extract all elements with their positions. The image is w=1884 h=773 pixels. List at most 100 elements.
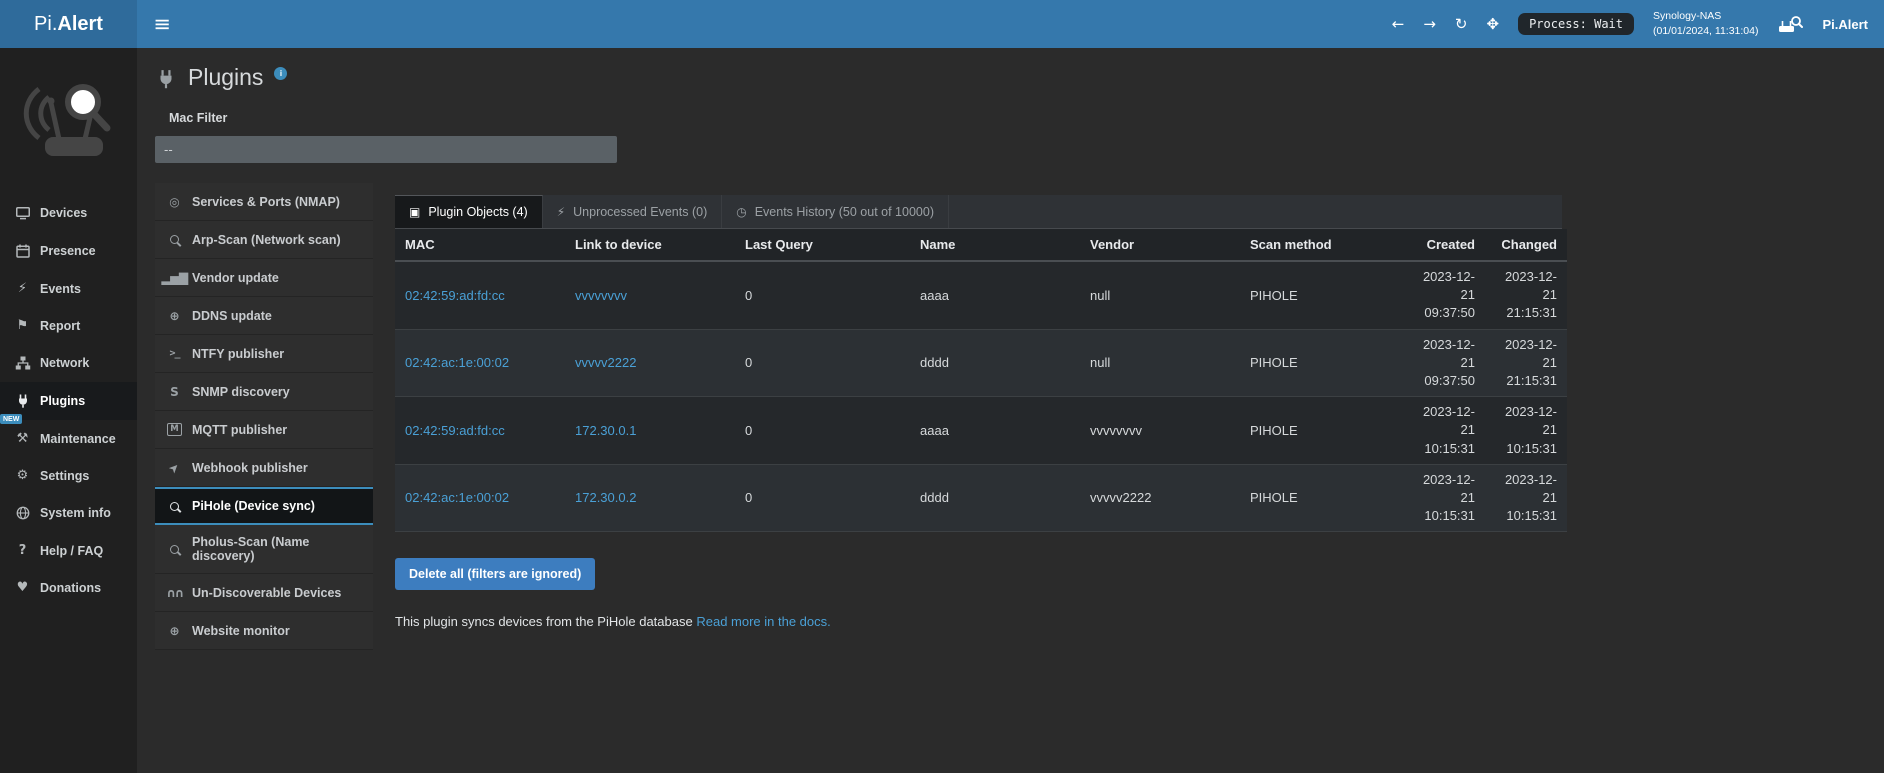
letter-s-icon: S [167, 385, 182, 399]
sidebar-item-network[interactable]: Network [0, 344, 137, 382]
refresh-icon[interactable]: ↻ [1455, 15, 1468, 33]
sidebar-item-devices[interactable]: Devices [0, 194, 137, 232]
plugin-menu-label: Arp-Scan (Network scan) [192, 233, 341, 247]
plugin-description-row: This plugin syncs devices from the PiHol… [395, 614, 1562, 629]
pialert-logo [0, 48, 137, 194]
tab-unprocessed-events[interactable]: ⚡ Unprocessed Events (0) [543, 195, 723, 228]
monitor-icon [14, 205, 31, 221]
move-icon[interactable]: ✥ [1487, 15, 1500, 33]
plugin-menu-item-snmp[interactable]: S SNMP discovery [155, 373, 373, 411]
last-query-cell: 0 [735, 261, 910, 329]
plugin-menu-item-pholus[interactable]: Pholus-Scan (Name discovery) [155, 525, 373, 574]
tab-plugin-objects[interactable]: ▣ Plugin Objects (4) [395, 195, 543, 228]
created-cell: 2023-12-21 10:15:31 [1405, 397, 1485, 465]
back-icon[interactable]: ← [1392, 15, 1405, 33]
mac-link[interactable]: 02:42:ac:1e:00:02 [405, 490, 509, 505]
brand-suffix: Alert [57, 13, 103, 36]
sidebar-item-report[interactable]: ⚑ Report [0, 307, 137, 344]
plugin-menu-item-undiscoverable[interactable]: ∩∩ Un-Discoverable Devices [155, 574, 373, 612]
device-link[interactable]: vvvvv2222 [575, 355, 636, 370]
scan-method-cell: PIHOLE [1240, 329, 1405, 397]
sidebar-item-label: Report [40, 319, 80, 333]
docs-link[interactable]: Read more in the docs. [696, 614, 830, 629]
plugin-menu-item-ntfy[interactable]: >_ NTFY publisher [155, 335, 373, 373]
plugin-menu-label: SNMP discovery [192, 385, 290, 399]
sidebar-item-donations[interactable]: ♥ Donations [0, 569, 137, 606]
plugin-menu-label: MQTT publisher [192, 423, 287, 437]
hamburger-glyph: ≡ [153, 12, 171, 36]
plugin-menu-item-ddns[interactable]: ⊕ DDNS update [155, 297, 373, 335]
link-cell: vvvvvvvv [565, 261, 735, 329]
last-query-cell: 0 [735, 329, 910, 397]
sidebar: Devices Presence ⚡ Events ⚑ Report [0, 48, 137, 773]
sidebar-item-system-info[interactable]: System info [0, 494, 137, 532]
last-query-cell: 0 [735, 397, 910, 465]
mac-link[interactable]: 02:42:59:ad:fd:cc [405, 288, 505, 303]
sidebar-item-help-faq[interactable]: ? Help / FAQ [0, 532, 137, 569]
name-cell: aaaa [910, 397, 1080, 465]
table-row: 02:42:59:ad:fd:cc 172.30.0.1 0 aaaa vvvv… [395, 397, 1567, 465]
plugin-menu: ◎ Services & Ports (NMAP) Arp-Scan (Netw… [155, 183, 373, 650]
plugin-menu-label: NTFY publisher [192, 347, 284, 361]
created-cell: 2023-12-21 09:37:50 [1405, 329, 1485, 397]
mac-link[interactable]: 02:42:59:ad:fd:cc [405, 423, 505, 438]
sidebar-item-label: Presence [40, 244, 96, 258]
scan-method-cell: PIHOLE [1240, 397, 1405, 465]
column-header: Scan method [1240, 229, 1405, 261]
created-cell: 2023-12-21 09:37:50 [1405, 261, 1485, 329]
plug-icon [14, 393, 31, 409]
tab-events-history[interactable]: ◷ Events History (50 out of 10000) [722, 195, 949, 228]
hamburger-menu-icon[interactable]: ≡ [137, 0, 187, 48]
new-badge: NEW [0, 414, 22, 424]
plugin-menu-item-pihole[interactable]: PiHole (Device sync) [155, 487, 373, 525]
delete-all-button[interactable]: Delete all (filters are ignored) [395, 558, 595, 590]
mac-cell: 02:42:59:ad:fd:cc [395, 261, 565, 329]
globe-icon: ⊕ [167, 624, 182, 638]
changed-cell: 2023-12-21 21:15:31 [1485, 261, 1567, 329]
host-name: Synology-NAS [1653, 9, 1758, 24]
device-link[interactable]: vvvvvvvv [575, 288, 627, 303]
vendor-cell: vvvvv2222 [1080, 464, 1240, 532]
name-cell: aaaa [910, 261, 1080, 329]
name-cell: dddd [910, 329, 1080, 397]
forward-icon[interactable]: → [1423, 15, 1436, 33]
globe-icon: ⊕ [167, 309, 182, 323]
plugin-menu-item-nmap[interactable]: ◎ Services & Ports (NMAP) [155, 183, 373, 221]
mac-link[interactable]: 02:42:ac:1e:00:02 [405, 355, 509, 370]
sidebar-item-maintenance[interactable]: NEW ⚒ Maintenance [0, 420, 137, 457]
topbar: Pi.Alert ≡ ← → ↻ ✥ Process: Wait Synolog… [0, 0, 1884, 48]
column-header: Changed [1485, 229, 1567, 261]
device-link[interactable]: 172.30.0.1 [575, 423, 636, 438]
plugin-menu-item-mqtt[interactable]: M MQTT publisher [155, 411, 373, 449]
sidebar-item-label: Plugins [40, 394, 85, 408]
terminal-icon: >_ [167, 348, 182, 359]
column-header: Link to device [565, 229, 735, 261]
vendor-cell: null [1080, 329, 1240, 397]
page-title: Plugins [188, 64, 263, 91]
flag-icon: ⚑ [14, 318, 31, 333]
package-icon: ▣ [409, 205, 420, 219]
plugin-menu-label: Website monitor [192, 624, 290, 638]
send-icon: ➤ [167, 461, 182, 475]
column-header: MAC [395, 229, 565, 261]
device-link[interactable]: 172.30.0.2 [575, 490, 636, 505]
column-header: Vendor [1080, 229, 1240, 261]
plugin-menu-label: Webhook publisher [192, 461, 308, 475]
sidebar-item-events[interactable]: ⚡ Events [0, 270, 137, 307]
mac-filter-input[interactable] [155, 136, 617, 163]
sidebar-item-presence[interactable]: Presence [0, 232, 137, 270]
host-info: Synology-NAS (01/01/2024, 11:31:04) [1653, 9, 1758, 38]
plugin-objects-table: MAC Link to device Last Query Name Vendo… [395, 229, 1567, 532]
plugin-menu-item-vendor-update[interactable]: ▂▅▇ Vendor update [155, 259, 373, 297]
sidebar-item-settings[interactable]: ⚙ Settings [0, 457, 137, 494]
changed-cell: 2023-12-21 10:15:31 [1485, 397, 1567, 465]
changed-cell: 2023-12-21 21:15:31 [1485, 329, 1567, 397]
plugin-menu-item-website-monitor[interactable]: ⊕ Website monitor [155, 612, 373, 650]
column-header: Created [1405, 229, 1485, 261]
plugin-menu-item-webhook[interactable]: ➤ Webhook publisher [155, 449, 373, 487]
tab-label: Events History (50 out of 10000) [755, 205, 934, 219]
info-badge[interactable]: i [274, 67, 287, 80]
sidebar-item-label: System info [40, 506, 111, 520]
plugin-menu-item-arpscan[interactable]: Arp-Scan (Network scan) [155, 221, 373, 259]
brand-logo[interactable]: Pi.Alert [0, 0, 137, 48]
